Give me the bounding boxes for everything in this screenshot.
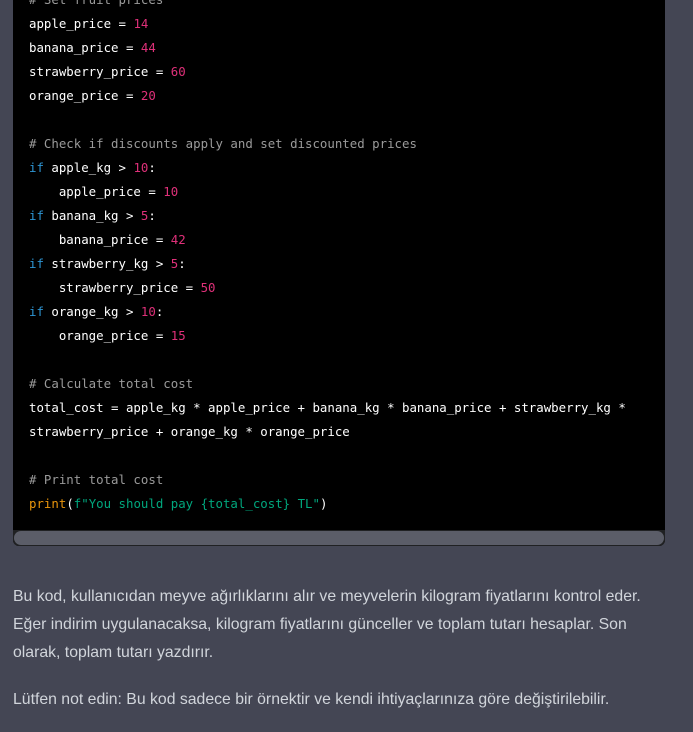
code-token: banana_kg > bbox=[43, 208, 141, 223]
code-line: total_cost = apple_kg * apple_price + ba… bbox=[29, 396, 665, 420]
code-line: # Set fruit prices bbox=[29, 0, 665, 12]
code-token: strawberry_price + orange_kg * orange_pr… bbox=[29, 424, 350, 439]
code-token: if bbox=[29, 160, 44, 175]
code-line: # Calculate total cost bbox=[29, 372, 665, 396]
code-block: # Set fruit pricesapple_price = 14banana… bbox=[13, 0, 665, 546]
code-token: 15 bbox=[170, 328, 186, 343]
horizontal-scrollbar[interactable] bbox=[13, 530, 665, 546]
code-line: apple_price = 14 bbox=[29, 12, 665, 36]
code-content: # Set fruit pricesapple_price = 14banana… bbox=[29, 0, 665, 516]
code-token: strawberry_kg > bbox=[43, 256, 171, 271]
code-token: 60 bbox=[170, 64, 186, 79]
code-token: apple_price = bbox=[29, 16, 134, 31]
code-token: : bbox=[155, 304, 164, 319]
code-token: : bbox=[178, 256, 186, 271]
code-line: if orange_kg > 10: bbox=[29, 300, 665, 324]
code-line: # Print total cost bbox=[29, 468, 665, 492]
code-line: strawberry_price = 60 bbox=[29, 60, 665, 84]
code-line: if apple_kg > 10: bbox=[29, 156, 665, 180]
code-token: strawberry_price = bbox=[29, 280, 201, 295]
response-paragraph-explanation: Bu kod, kullanıcıdan meyve ağırlıklarını… bbox=[13, 588, 641, 661]
code-token: apple_kg > bbox=[43, 160, 134, 175]
code-line: # Check if discounts apply and set disco… bbox=[29, 132, 665, 156]
code-token: # Print total cost bbox=[29, 472, 164, 487]
code-token: 42 bbox=[170, 232, 186, 247]
code-token: total_cost = apple_kg * apple_price + ba… bbox=[29, 400, 626, 415]
code-token: f"You should pay {total_cost} TL" bbox=[73, 496, 320, 511]
code-token: orange_kg > bbox=[43, 304, 141, 319]
code-line: banana_price = 44 bbox=[29, 36, 665, 60]
code-token: strawberry_price = bbox=[29, 64, 171, 79]
code-token: 10 bbox=[133, 160, 149, 175]
code-token: # Check if discounts apply and set disco… bbox=[29, 136, 417, 151]
code-line: orange_price = 20 bbox=[29, 84, 665, 108]
code-token: orange_price = bbox=[29, 88, 141, 103]
code-token: apple_price = bbox=[29, 184, 164, 199]
code-token: : bbox=[148, 160, 156, 175]
code-line: orange_price = 15 bbox=[29, 324, 665, 348]
code-token: orange_price = bbox=[29, 328, 171, 343]
code-token: banana_price = bbox=[29, 232, 171, 247]
code-token: banana_price = bbox=[29, 40, 141, 55]
code-token: # Set fruit prices bbox=[29, 0, 163, 7]
code-token: if bbox=[29, 256, 44, 271]
code-token: 20 bbox=[140, 88, 156, 103]
code-line: print(f"You should pay {total_cost} TL") bbox=[29, 492, 665, 516]
code-line: strawberry_price + orange_kg * orange_pr… bbox=[29, 420, 665, 444]
code-token: ( bbox=[66, 496, 74, 511]
code-token: : bbox=[148, 208, 156, 223]
code-token: if bbox=[29, 304, 44, 319]
code-token: print bbox=[29, 496, 67, 511]
scrollbar-thumb[interactable] bbox=[14, 531, 664, 545]
code-token: 50 bbox=[200, 280, 216, 295]
response-paragraph-note: Lütfen not edin: Bu kod sadece bir örnek… bbox=[13, 691, 610, 708]
code-token: 44 bbox=[140, 40, 156, 55]
code-token: 10 bbox=[163, 184, 179, 199]
code-line: apple_price = 10 bbox=[29, 180, 665, 204]
code-line: if strawberry_kg > 5: bbox=[29, 252, 665, 276]
code-token: 14 bbox=[133, 16, 149, 31]
code-token: if bbox=[29, 208, 44, 223]
code-line: strawberry_price = 50 bbox=[29, 276, 665, 300]
code-token: 10 bbox=[140, 304, 156, 319]
code-line: banana_price = 42 bbox=[29, 228, 665, 252]
code-line: if banana_kg > 5: bbox=[29, 204, 665, 228]
code-token: # Calculate total cost bbox=[29, 376, 194, 391]
code-token: ) bbox=[319, 496, 328, 511]
